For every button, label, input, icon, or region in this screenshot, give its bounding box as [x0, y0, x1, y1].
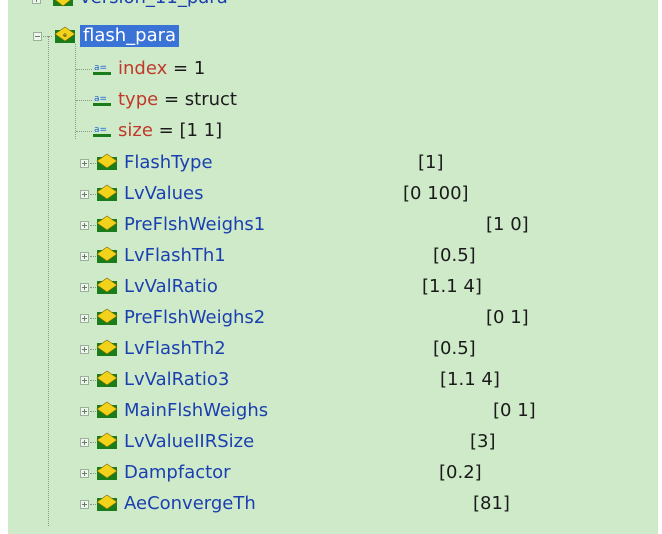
tree-expander-icon[interactable]	[80, 314, 89, 323]
property-row-index[interactable]: a= index = 1	[8, 57, 658, 87]
tree-node-flash-para[interactable]: e flash_para	[8, 23, 658, 53]
node-value: [0 1]	[486, 307, 529, 328]
struct-icon	[96, 184, 118, 201]
svg-text:a=: a=	[94, 125, 107, 135]
tree-node-label: PreFlshWeighs2	[124, 307, 266, 328]
tree-expander-icon[interactable]	[80, 376, 89, 385]
property-text: size = [1 1]	[118, 120, 223, 141]
tree-node-label: PreFlshWeighs1	[124, 214, 266, 235]
tree-node-lvvalues[interactable]: LvValues [0 100]	[8, 181, 658, 211]
tree-expander-icon[interactable]	[80, 438, 89, 447]
root-node-label: flash_para	[80, 25, 180, 47]
tree-node-dampfactor[interactable]: Dampfactor [0.2]	[8, 460, 658, 490]
node-value: [0 100]	[403, 183, 469, 204]
tree-panel: version_11_para e flash_para a= index = …	[8, 0, 658, 534]
struct-icon	[96, 401, 118, 418]
struct-icon	[96, 215, 118, 232]
tree-node-version-para[interactable]: version_11_para	[8, 0, 658, 13]
node-value: [1.1 4]	[422, 276, 482, 297]
property-text: index = 1	[118, 58, 206, 79]
tree-node-label: AeConvergeTh	[124, 493, 256, 514]
tree-node-mainflshweighs[interactable]: MainFlshWeighs [0 1]	[8, 398, 658, 428]
svg-text:a=: a=	[94, 63, 107, 73]
node-value: [1 0]	[486, 214, 529, 235]
tree-expander-icon[interactable]	[80, 221, 89, 230]
tree-node-preflshweighs2[interactable]: PreFlshWeighs2 [0 1]	[8, 305, 658, 335]
node-value: [0.5]	[433, 245, 476, 266]
tree-node-aeconvergeth[interactable]: AeConvergeTh [81]	[8, 491, 658, 521]
struct-icon: e	[54, 26, 76, 43]
node-value: [3]	[470, 431, 496, 452]
tree-node-label: Dampfactor	[124, 462, 231, 483]
struct-icon	[96, 153, 118, 170]
tree-node-lvvalueiirsize[interactable]: LvValueIIRSize [3]	[8, 429, 658, 459]
struct-icon	[96, 308, 118, 325]
node-value: [1]	[418, 152, 444, 173]
svg-text:e: e	[63, 32, 67, 39]
tree-node-label: LvFlashTh2	[124, 338, 226, 359]
tree-node-lvvalratio3[interactable]: LvValRatio3 [1.1 4]	[8, 367, 658, 397]
struct-icon	[96, 246, 118, 263]
tree-expander-icon[interactable]	[33, 32, 42, 41]
node-value: [81]	[473, 493, 510, 514]
tree-node-label: LvFlashTh1	[124, 245, 226, 266]
tree-expander-icon[interactable]	[80, 159, 89, 168]
svg-text:a=: a=	[94, 94, 107, 104]
tree-expander-icon[interactable]	[80, 469, 89, 478]
node-value: [0.2]	[439, 462, 482, 483]
tree-expander-icon[interactable]	[32, 0, 41, 4]
struct-icon	[96, 494, 118, 511]
node-value: [0.5]	[433, 338, 476, 359]
tree-node-label: version_11_para	[80, 0, 228, 9]
tree-node-lvvalratio[interactable]: LvValRatio [1.1 4]	[8, 274, 658, 304]
tree-node-label: MainFlshWeighs	[124, 400, 269, 421]
field-icon: a=	[93, 94, 111, 106]
struct-icon	[53, 0, 73, 7]
tree-node-flashtype[interactable]: FlashType [1]	[8, 150, 658, 180]
tree-node-preflshweighs1[interactable]: PreFlshWeighs1 [1 0]	[8, 212, 658, 242]
tree-node-label: LvValueIIRSize	[124, 431, 255, 452]
field-icon: a=	[93, 125, 111, 137]
tree-expander-icon[interactable]	[80, 190, 89, 199]
tree-node-label: FlashType	[124, 152, 213, 173]
property-row-size[interactable]: a= size = [1 1]	[8, 119, 658, 149]
tree-node-label: LvValRatio	[124, 276, 218, 297]
tree-node-lvflashth2[interactable]: LvFlashTh2 [0.5]	[8, 336, 658, 366]
struct-icon	[96, 370, 118, 387]
tree-expander-icon[interactable]	[80, 407, 89, 416]
struct-icon	[96, 463, 118, 480]
property-text: type = struct	[118, 89, 237, 110]
node-value: [0 1]	[493, 400, 536, 421]
tree-node-lvflashth1[interactable]: LvFlashTh1 [0.5]	[8, 243, 658, 273]
tree-node-label: LvValues	[124, 183, 204, 204]
tree-node-label: LvValRatio3	[124, 369, 230, 390]
struct-icon	[96, 339, 118, 356]
struct-icon	[96, 432, 118, 449]
property-row-type[interactable]: a= type = struct	[8, 88, 658, 118]
struct-icon	[96, 277, 118, 294]
field-icon: a=	[93, 63, 111, 75]
tree-expander-icon[interactable]	[80, 283, 89, 292]
tree-expander-icon[interactable]	[80, 252, 89, 261]
node-value: [1.1 4]	[440, 369, 500, 390]
tree-expander-icon[interactable]	[80, 345, 89, 354]
tree-expander-icon[interactable]	[80, 500, 89, 509]
